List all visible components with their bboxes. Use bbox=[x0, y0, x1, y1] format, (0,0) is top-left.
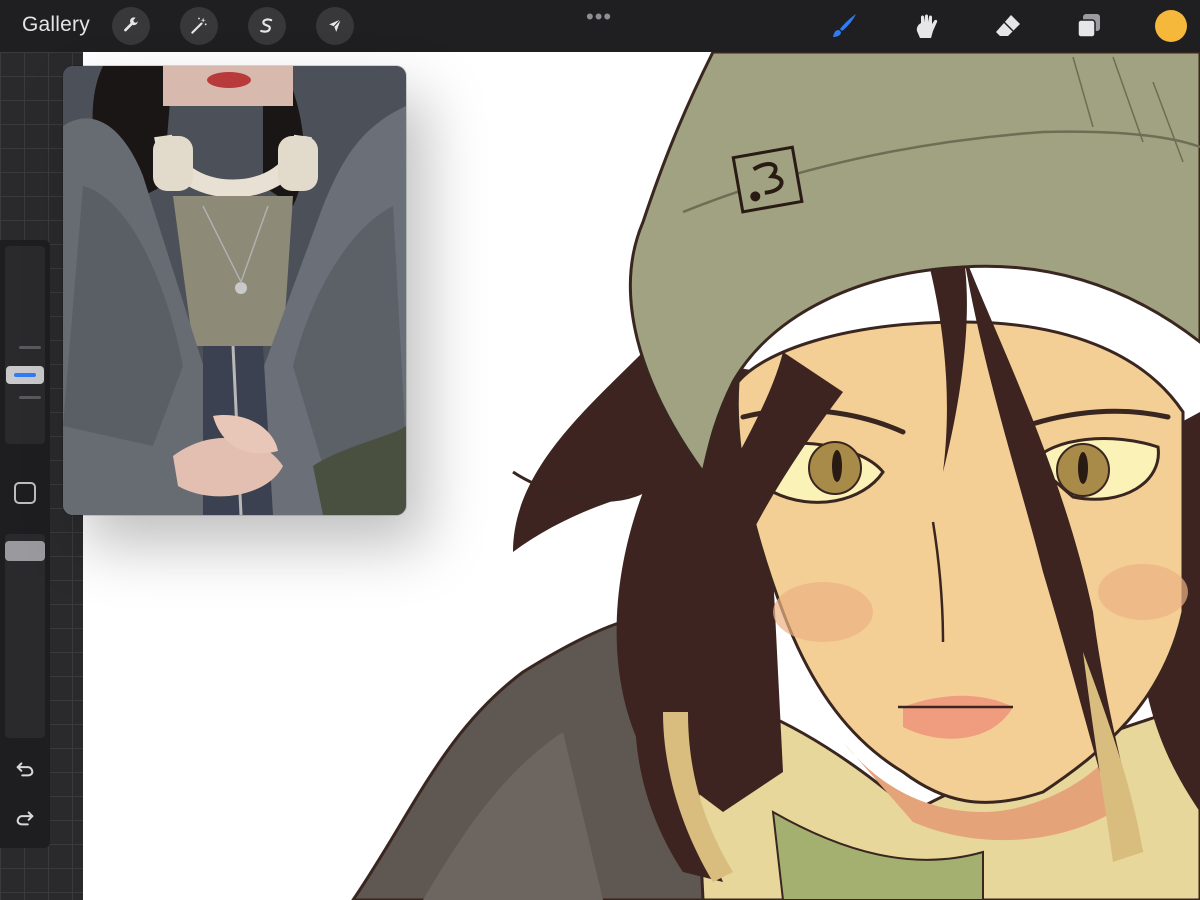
eraser-icon bbox=[996, 15, 1020, 36]
selection-button[interactable] bbox=[248, 7, 286, 45]
undo-icon bbox=[16, 762, 34, 777]
color-picker-swatch[interactable] bbox=[1155, 10, 1187, 42]
smudge-tool-button[interactable] bbox=[908, 8, 944, 44]
brush-icon bbox=[833, 14, 856, 37]
brush-opacity-slider[interactable] bbox=[5, 534, 45, 738]
layers-button[interactable] bbox=[1071, 8, 1107, 44]
smudge-icon bbox=[916, 14, 938, 38]
layers-icon bbox=[1077, 14, 1100, 38]
adjustments-button[interactable] bbox=[112, 7, 150, 45]
brush-opacity-thumb[interactable] bbox=[5, 541, 45, 561]
undo-button[interactable] bbox=[13, 757, 37, 781]
magic-wand-icon bbox=[191, 17, 207, 34]
reference-photo bbox=[63, 66, 406, 515]
side-controls bbox=[0, 240, 50, 848]
brush-tool-button[interactable] bbox=[826, 8, 862, 44]
more-options-button[interactable]: ••• bbox=[586, 4, 612, 30]
slider-tick bbox=[19, 396, 41, 399]
reference-image-window[interactable] bbox=[63, 66, 406, 515]
slider-tick bbox=[19, 346, 41, 349]
top-toolbar: Gallery ••• bbox=[0, 0, 1200, 52]
gallery-button[interactable]: Gallery bbox=[22, 13, 90, 37]
wrench-icon bbox=[124, 17, 138, 32]
brush-size-slider[interactable] bbox=[5, 246, 45, 444]
modify-button[interactable] bbox=[14, 482, 36, 504]
arrow-cursor-icon bbox=[329, 18, 342, 32]
redo-icon bbox=[16, 811, 34, 826]
brush-size-thumb[interactable] bbox=[6, 366, 44, 384]
eraser-tool-button[interactable] bbox=[990, 8, 1026, 44]
s-selection-icon bbox=[260, 18, 273, 33]
transform-button[interactable] bbox=[316, 7, 354, 45]
magic-selection-button[interactable] bbox=[180, 7, 218, 45]
redo-button[interactable] bbox=[13, 806, 37, 830]
